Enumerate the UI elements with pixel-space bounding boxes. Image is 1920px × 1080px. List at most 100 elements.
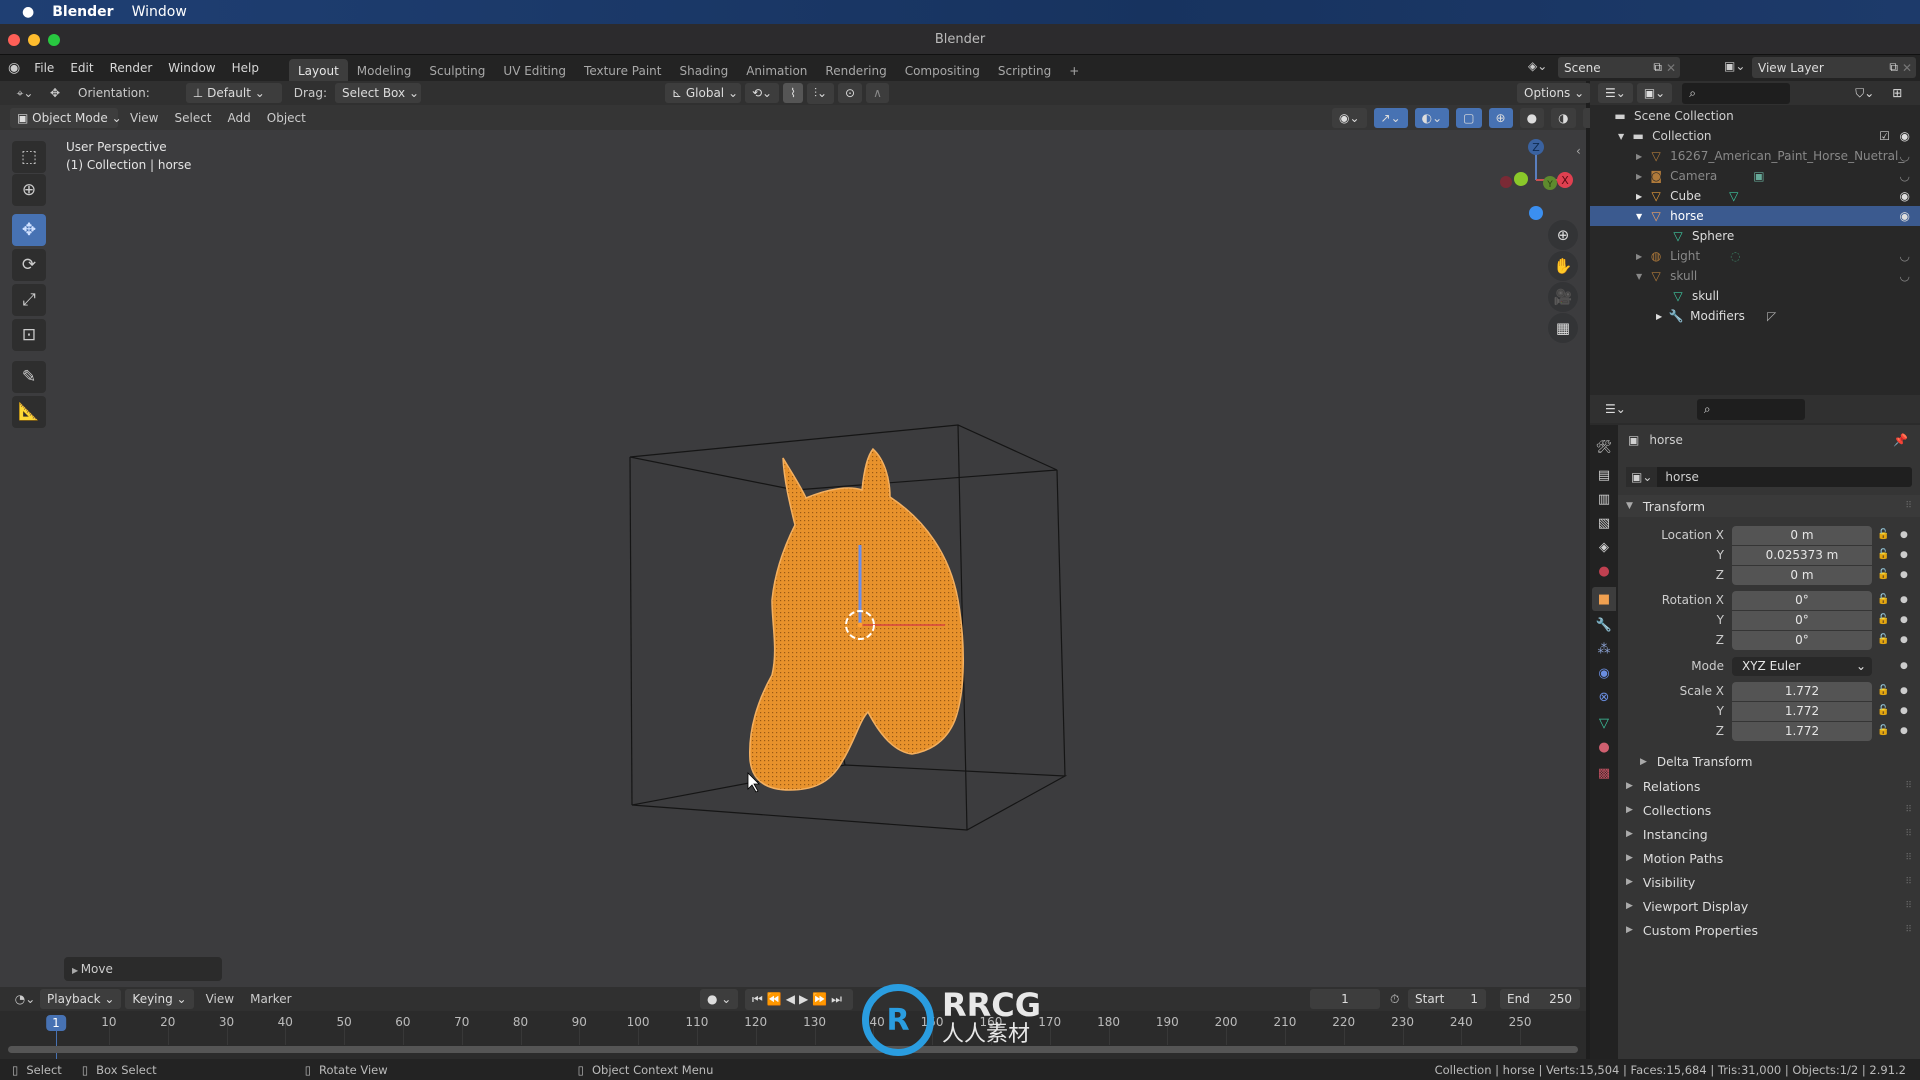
menu-help[interactable]: Help — [224, 61, 267, 75]
panel-instancing[interactable]: ▶ Instancing ⠿ — [1618, 823, 1920, 845]
shading-material-button[interactable]: ◑ — [1551, 108, 1576, 128]
mode-dropdown[interactable]: ▣ Object Mode ⌄ — [10, 107, 122, 128]
lock-icon[interactable]: 🔓 — [1877, 705, 1889, 716]
rotation-y-field[interactable]: 0° — [1732, 611, 1872, 630]
scale-x-field[interactable]: 1.772 — [1732, 682, 1872, 701]
keyframe-dot-icon[interactable]: ● — [1900, 726, 1908, 736]
hidden-eye-icon[interactable]: ◡ — [1900, 269, 1910, 283]
keying-dropdown[interactable]: Keying ⌄ — [125, 989, 194, 1009]
delta-transform-subpanel[interactable]: ▶ Delta Transform — [1618, 751, 1920, 773]
scale-z-field[interactable]: 1.772 — [1732, 722, 1872, 741]
drag-grip-icon[interactable]: ⠿ — [1905, 781, 1912, 791]
overlays-toggle[interactable]: ◐⌄ — [1414, 108, 1450, 128]
transform-orientation-dropdown[interactable]: ⊾ Global ⌄ — [664, 83, 741, 103]
start-frame-field[interactable]: Start 1 — [1408, 989, 1486, 1009]
tab-shading[interactable]: Shading — [670, 59, 737, 81]
keyframe-dot-icon[interactable]: ● — [1900, 686, 1908, 696]
eye-icon[interactable]: ◉ — [1900, 189, 1910, 203]
horse-mesh[interactable] — [749, 447, 964, 791]
keyframe-dot-icon[interactable]: ● — [1900, 706, 1908, 716]
pin-icon[interactable]: 📌 — [1893, 433, 1908, 447]
keyframe-dot-icon[interactable]: ● — [1900, 550, 1908, 560]
shading-solid-button[interactable]: ● — [1519, 108, 1545, 128]
3d-viewport[interactable]: User Perspective (1) Collection | horse … — [0, 130, 1586, 987]
tab-material[interactable]: ● — [1592, 735, 1616, 759]
panel-motion-paths[interactable]: ▶ Motion Paths ⠿ — [1618, 847, 1920, 869]
proportional-falloff-dropdown[interactable]: ∧ — [866, 83, 889, 103]
shading-wireframe-button[interactable]: ⊕ — [1488, 108, 1513, 128]
blender-logo-icon[interactable]: ◉ — [8, 60, 20, 76]
outliner-item-modifiers[interactable]: ▶ 🔧 Modifiers ◸ — [1590, 306, 1920, 326]
menu-marker[interactable]: Marker — [250, 992, 291, 1006]
outliner-item-collection[interactable]: ▼ ▬ Collection ☑ ◉ — [1590, 126, 1920, 146]
timeline-scrollbar[interactable] — [8, 1046, 1578, 1053]
menu-edit[interactable]: Edit — [62, 61, 101, 75]
view-layer-icon[interactable]: ▣⌄ — [1724, 59, 1745, 73]
apple-icon[interactable]: ● — [22, 4, 34, 20]
outliner-item-light[interactable]: ▶ ◍ Light ◌ ◡ — [1590, 246, 1920, 266]
keyframe-dot-icon[interactable]: ● — [1900, 570, 1908, 580]
scene-selector[interactable]: Scene ⧉ ✕ — [1558, 57, 1680, 78]
window-menu[interactable]: Window — [132, 4, 187, 20]
checkbox-icon[interactable]: ☑ — [1879, 129, 1890, 143]
lock-icon[interactable]: 🔓 — [1877, 549, 1889, 560]
panel-viewport-display[interactable]: ▶ Viewport Display ⠿ — [1618, 895, 1920, 917]
camera-data-icon[interactable]: ▣ — [1753, 169, 1764, 183]
camera-view-button[interactable]: 🎥 — [1548, 282, 1578, 312]
outliner-item-sphere[interactable]: ▽ Sphere — [1590, 226, 1920, 246]
collapse-triangle-icon[interactable]: ▼ — [1636, 272, 1642, 281]
eye-icon[interactable]: ◉ — [1900, 209, 1910, 223]
keyframe-dot-icon[interactable]: ● — [1900, 635, 1908, 645]
editor-type-icon[interactable]: ◔⌄ — [10, 992, 40, 1006]
drag-grip-icon[interactable]: ⠿ — [1905, 805, 1912, 815]
tab-layout[interactable]: Layout — [288, 59, 348, 81]
menu-view[interactable]: View — [206, 992, 234, 1006]
rotation-mode-dropdown[interactable]: XYZ Euler ⌄ — [1732, 657, 1872, 676]
outliner-item-cube[interactable]: ▶ ▽ Cube ▽ ◉ — [1590, 186, 1920, 206]
lock-icon[interactable]: 🔓 — [1877, 685, 1889, 696]
menu-view[interactable]: View — [130, 111, 158, 125]
sidebar-toggle-chevron-icon[interactable]: ‹ — [1576, 144, 1581, 158]
tab-texture[interactable]: ▩ — [1592, 761, 1616, 785]
tab-animation[interactable]: Animation — [737, 59, 816, 81]
tab-texture-paint[interactable]: Texture Paint — [575, 59, 670, 81]
menu-file[interactable]: File — [26, 61, 62, 75]
editor-type-dropdown[interactable]: ☰⌄ — [1598, 399, 1633, 419]
modifier-icon[interactable]: ◸ — [1767, 309, 1776, 323]
ortho-toggle-button[interactable]: ▦ — [1548, 313, 1578, 343]
auto-keying-toggle[interactable]: ● ⌄ — [700, 989, 739, 1009]
transform-panel-header[interactable]: ▼ Transform ⠿ — [1618, 495, 1920, 517]
keyframe-dot-icon[interactable]: ● — [1900, 595, 1908, 605]
hidden-eye-icon[interactable]: ◡ — [1900, 169, 1910, 183]
outliner-item-horse[interactable]: ▼ ▽ horse ◉ — [1590, 206, 1920, 226]
drag-dropdown[interactable]: Select Box ⌄ — [334, 83, 421, 103]
panel-collections[interactable]: ▶ Collections ⠿ — [1618, 799, 1920, 821]
panel-custom-properties[interactable]: ▶ Custom Properties ⠿ — [1618, 919, 1920, 941]
expand-triangle-icon[interactable]: ▶ — [1636, 172, 1642, 181]
eye-icon[interactable]: ◉ — [1900, 129, 1910, 143]
snap-target-dropdown[interactable]: ⫶⌄ — [806, 82, 835, 104]
orientation-dropdown[interactable]: ⊥ Default ⌄ — [185, 83, 282, 103]
outliner-item-skull-mesh[interactable]: ▽ skull — [1590, 286, 1920, 306]
lock-icon[interactable]: 🔓 — [1877, 594, 1889, 605]
outliner-scene-collection[interactable]: ▬ Scene Collection — [1590, 106, 1920, 126]
pan-view-button[interactable]: ✋ — [1548, 251, 1578, 281]
menu-render[interactable]: Render — [102, 61, 161, 75]
xray-toggle[interactable]: ▢ — [1456, 108, 1482, 128]
collapse-triangle-icon[interactable]: ▼ — [1618, 132, 1624, 141]
rotation-x-field[interactable]: 0° — [1732, 591, 1872, 610]
hidden-eye-icon[interactable]: ◡ — [1900, 149, 1910, 163]
gizmo-toggle[interactable]: ↗⌄ — [1373, 108, 1408, 128]
expand-triangle-icon[interactable]: ▶ — [1636, 192, 1642, 201]
drag-grip-icon[interactable]: ⠿ — [1905, 901, 1912, 911]
tab-tool[interactable]: 🛠 — [1592, 435, 1616, 459]
expand-triangle-icon[interactable]: ▶ — [1636, 252, 1642, 261]
outliner-search-input[interactable]: ⌕ — [1682, 82, 1791, 104]
location-x-field[interactable]: 0 m — [1732, 526, 1872, 545]
copy-icon[interactable]: ⧉ — [1653, 60, 1662, 75]
new-collection-button[interactable]: ⊞ — [1885, 83, 1909, 103]
drag-grip-icon[interactable]: ⠿ — [1905, 853, 1912, 863]
object-name-field[interactable]: ▣⌄ horse — [1626, 467, 1912, 487]
options-dropdown[interactable]: Options ⌄ — [1517, 83, 1592, 103]
menu-add[interactable]: Add — [228, 111, 251, 125]
